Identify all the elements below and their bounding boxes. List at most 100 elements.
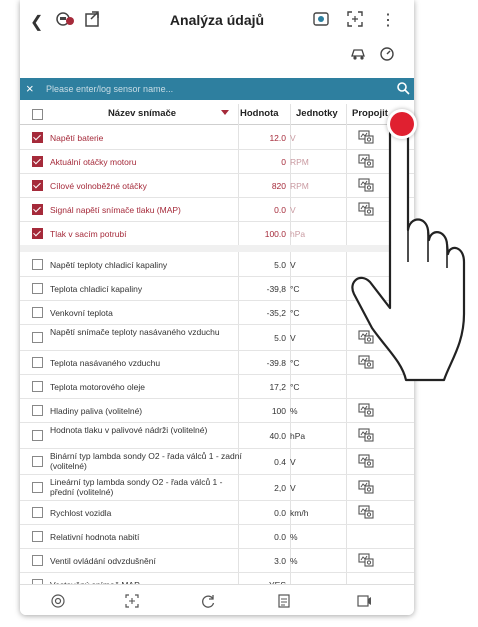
gauge-icon[interactable] [378,46,396,67]
sensor-name: Aktuální otáčky motoru [50,156,137,167]
table-row[interactable]: Binární typ lambda sondy O2 - řada válců… [20,448,414,475]
table-row[interactable]: Lineární typ lambda sondy O2 - řada válc… [20,474,414,501]
link-graph-icon[interactable] [358,552,374,569]
table-row[interactable]: Relativní hodnota nabití 0.0% [20,524,414,549]
sensor-unit: % [290,405,298,416]
fullscreen-icon[interactable] [124,593,140,614]
search-bar: × [20,78,414,100]
refresh-icon[interactable] [200,593,216,614]
car-settings-icon[interactable] [350,46,368,67]
close-icon[interactable]: × [26,81,34,96]
sensor-name: Teplota motorového oleje [50,381,145,392]
row-checkbox[interactable] [32,306,43,318]
sensor-value: 0.0 [274,531,286,542]
column-header-value[interactable]: Hodnota [240,108,279,119]
row-checkbox[interactable] [32,404,43,416]
row-checkbox[interactable] [32,258,43,270]
row-checkbox[interactable] [32,530,43,542]
screenshot-icon[interactable] [50,593,66,614]
record-icon[interactable] [312,10,332,33]
select-all-checkbox[interactable] [32,109,43,120]
sensor-value: 5.0 [274,332,286,343]
bottom-toolbar [20,584,414,615]
sensor-value: 0.0 [274,204,286,215]
link-graph-icon[interactable] [358,504,374,521]
link-graph-icon[interactable] [358,453,374,470]
sensor-value: -39,8 [266,283,286,294]
sensor-value: 3.0 [274,555,286,566]
touch-indicator [390,112,414,136]
back-icon[interactable]: ❮ [30,12,43,32]
sensor-unit: °C [290,307,300,318]
sensor-unit: km/h [290,507,309,518]
sensor-name: Ventil ovládání odvzdušnění [50,555,156,566]
sensor-name: Hodnota tlaku v palivové nádrži (volitel… [50,425,208,435]
row-checkbox[interactable] [32,429,43,441]
sensor-name: Cílové volnoběžné otáčky [50,180,147,191]
row-checkbox[interactable] [32,155,43,167]
row-checkbox[interactable] [32,131,43,143]
sensor-unit: hPa [290,430,306,441]
secondary-toolbar [20,42,414,68]
sensor-value: -35,2 [266,307,286,318]
sensor-name: Rychlost vozidla [50,507,112,518]
car-diagnostic-icon[interactable] [56,10,76,33]
export-icon[interactable] [84,10,102,33]
link-graph-icon[interactable] [358,427,374,444]
row-checkbox[interactable] [32,203,43,215]
column-header-name[interactable]: Název snímače [62,108,222,119]
sensor-name: Binární typ lambda sondy O2 - řada válců… [50,451,242,471]
table-row[interactable]: Hodnota tlaku v palivové nádrži (volitel… [20,422,414,449]
sensor-name: Tlak v sacím potrubí [50,228,127,239]
row-checkbox[interactable] [32,282,43,294]
column-header-unit[interactable]: Jednotky [296,108,338,119]
sensor-name: Hladiny paliva (volitelné) [50,405,143,416]
sensor-unit: °C [290,381,300,392]
sensor-value: 0.0 [274,507,286,518]
sensor-name: Teplota chladicí kapaliny [50,283,143,294]
sensor-unit: V [290,204,296,215]
sensor-value: 0 [281,156,286,167]
row-checkbox[interactable] [32,506,43,518]
fullscreen-icon[interactable] [346,10,364,31]
link-graph-icon[interactable] [358,402,374,419]
pointer-hand-icon [351,123,466,382]
row-checkbox[interactable] [32,481,43,493]
table-row[interactable]: Ventil ovládání odvzdušnění 3.0% [20,548,414,573]
sensor-unit: RPM [290,156,309,167]
table-row[interactable]: Rychlost vozidla 0.0 km/h [20,500,414,525]
search-input[interactable] [44,80,378,98]
sensor-value: 17,2 [269,381,286,392]
sensor-name: Relativní hodnota nabití [50,531,140,542]
more-icon[interactable]: ⋮ [380,10,396,30]
sensor-unit: % [290,531,298,542]
sensor-unit: V [290,132,296,143]
sensor-unit: RPM [290,180,309,191]
sensor-value: 2,0 [274,482,286,493]
row-checkbox[interactable] [32,455,43,467]
sensor-unit: °C [290,283,300,294]
sensor-value: 100 [271,405,286,416]
record-icon[interactable] [356,593,372,614]
row-checkbox[interactable] [32,227,43,239]
sort-down-icon[interactable] [221,110,229,115]
row-checkbox[interactable] [32,356,43,368]
report-icon[interactable] [276,593,292,614]
app-bar: ❮ Analýza údajů ⋮ [20,0,414,42]
sensor-name: Lineární typ lambda sondy O2 - řada válc… [50,477,223,497]
row-checkbox[interactable] [32,554,43,566]
sensor-name: Signál napětí snímače tlaku (MAP) [50,204,181,215]
link-graph-icon[interactable] [358,479,374,496]
row-checkbox[interactable] [32,179,43,191]
sensor-value: 100.0 [264,228,286,239]
sensor-name: Venkovní teplota [50,307,113,318]
sensor-value: 0.4 [274,456,286,467]
sensor-value: 5.0 [274,259,286,270]
sensor-name: Teplota nasávaného vzduchu [50,357,161,368]
sensor-unit: V [290,259,296,270]
row-checkbox[interactable] [32,331,43,343]
row-checkbox[interactable] [32,380,43,392]
search-icon[interactable] [396,81,410,100]
sensor-name: Napětí teploty chladicí kapaliny [50,259,168,270]
sensor-unit: °C [290,357,300,368]
